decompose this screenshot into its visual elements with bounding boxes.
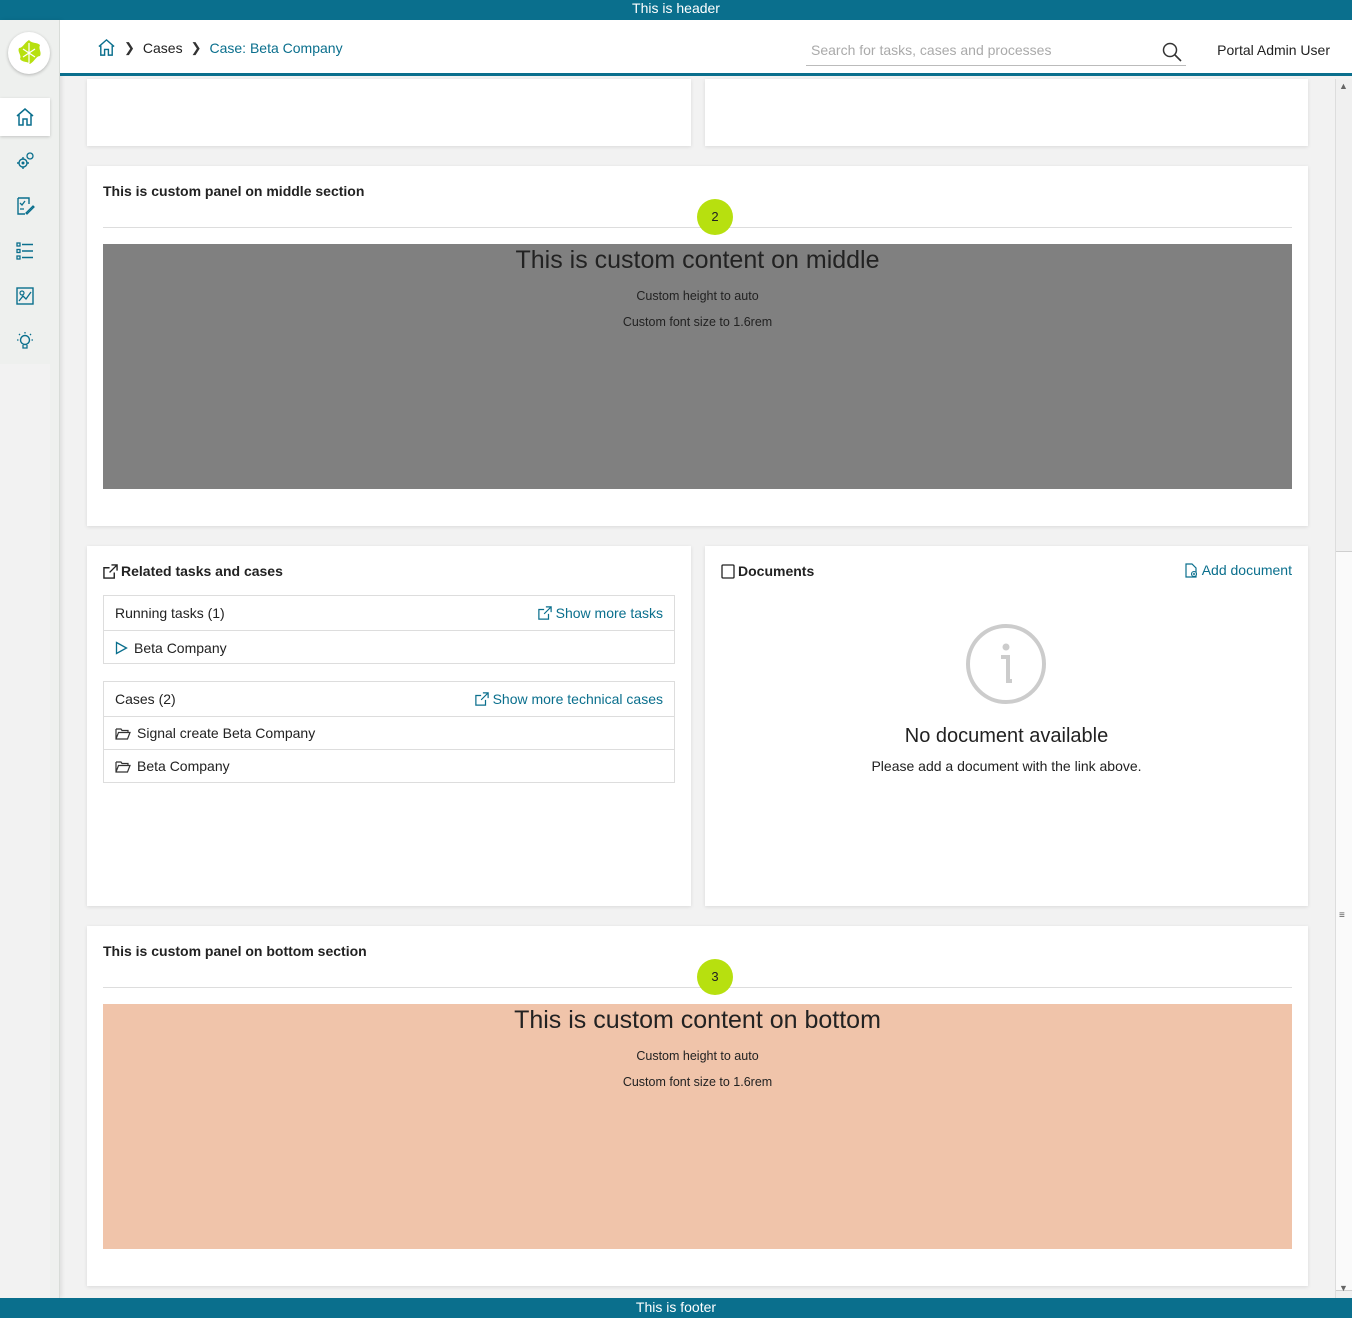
task-name: Beta Company xyxy=(134,639,227,656)
custom-content-line: Custom font size to 1.6rem xyxy=(622,1075,773,1089)
empty-state-text: Please add a document with the link abov… xyxy=(871,758,1142,774)
custom-content-heading: This is custom content on middle xyxy=(515,246,880,274)
show-more-tasks-label: Show more tasks xyxy=(555,604,663,621)
sidebar-background xyxy=(0,364,50,1298)
divider xyxy=(103,227,1292,228)
show-more-cases-label: Show more technical cases xyxy=(492,690,663,707)
document-icon xyxy=(721,563,735,579)
search-icon[interactable] xyxy=(1162,42,1182,67)
chevron-right-icon: ❯ xyxy=(190,39,202,55)
cases-box: Cases (2) Show more technical cases Sign… xyxy=(103,681,675,783)
processes-icon xyxy=(17,152,34,169)
sidebar-item-cases[interactable] xyxy=(0,232,50,270)
scroll-up-arrow-icon[interactable]: ▲ xyxy=(1339,81,1348,91)
middle-custom-panel: This is custom panel on middle section 2… xyxy=(87,166,1308,526)
custom-content-line: Custom font size to 1.6rem xyxy=(622,315,773,329)
scrollbar-thumb[interactable]: ≡ xyxy=(1336,551,1352,1291)
running-tasks-header: Running tasks (1) Show more tasks xyxy=(104,596,674,629)
sidebar-item-home[interactable] xyxy=(0,98,50,136)
sidebar xyxy=(0,20,60,1298)
empty-state-title: No document available xyxy=(904,725,1109,747)
show-more-tasks-link[interactable]: Show more tasks xyxy=(537,604,663,621)
custom-content-line: Custom height to auto xyxy=(636,1049,759,1063)
case-row[interactable]: Signal create Beta Company xyxy=(104,716,674,749)
tasks-icon xyxy=(17,197,35,215)
breadcrumb-cases[interactable]: Cases xyxy=(143,40,183,56)
folder-open-icon xyxy=(115,727,131,740)
external-link-icon xyxy=(474,691,489,706)
custom-content-line: Custom height to auto xyxy=(636,289,759,303)
external-link-icon xyxy=(103,563,118,579)
add-document-label: Add document xyxy=(1201,562,1292,578)
play-icon xyxy=(115,640,128,655)
show-more-cases-link[interactable]: Show more technical cases xyxy=(474,690,663,707)
grip-icon: ≡ xyxy=(1339,910,1345,921)
custom-content-area: This is custom content on middle Custom … xyxy=(103,244,1292,489)
documents-panel: Documents Add document No document avail… xyxy=(705,546,1308,906)
vertical-scrollbar[interactable]: ▲ ≡ ▼ xyxy=(1335,79,1352,1298)
section-badge: 3 xyxy=(697,959,733,995)
ivy-leaf-icon xyxy=(18,40,41,64)
panel-header: Documents xyxy=(721,563,814,579)
breadcrumb: ❯ Cases ❯ Case: Beta Company xyxy=(97,38,343,57)
breadcrumb-current-case[interactable]: Case: Beta Company xyxy=(210,40,343,56)
panel-title: This is custom panel on bottom section xyxy=(103,943,367,959)
custom-content-heading: This is custom content on bottom xyxy=(514,1006,881,1034)
home-icon xyxy=(16,108,34,126)
panel-header: Related tasks and cases xyxy=(103,563,283,579)
sidebar-item-tasks[interactable] xyxy=(0,187,50,225)
chevron-right-icon: ❯ xyxy=(124,39,135,55)
top-navbar: ❯ Cases ❯ Case: Beta Company Portal Admi… xyxy=(60,20,1352,76)
top-left-card xyxy=(87,79,691,146)
running-tasks-label: Running tasks (1) xyxy=(115,604,225,621)
statistics-icon xyxy=(16,287,34,305)
panel-title: Documents xyxy=(738,563,815,579)
ideas-icon xyxy=(17,332,33,349)
task-row[interactable]: Beta Company xyxy=(104,630,674,664)
custom-content-area: This is custom content on bottom Custom … xyxy=(103,1004,1292,1249)
case-name: Signal create Beta Company xyxy=(137,725,316,741)
global-search xyxy=(806,36,1186,66)
case-name: Beta Company xyxy=(137,758,230,774)
add-file-icon xyxy=(1185,562,1197,578)
section-badge: 2 xyxy=(697,199,733,235)
add-document-link[interactable]: Add document xyxy=(1184,562,1292,578)
divider xyxy=(103,987,1292,988)
folder-open-icon xyxy=(115,760,131,773)
search-input[interactable] xyxy=(806,36,1146,64)
panel-title: This is custom panel on middle section xyxy=(103,183,365,199)
page-footer-banner: This is footer xyxy=(0,1298,1352,1318)
sidebar-item-processes[interactable] xyxy=(0,142,50,180)
case-row[interactable]: Beta Company xyxy=(104,749,674,782)
running-tasks-box: Running tasks (1) Show more tasks Beta C… xyxy=(103,595,675,664)
top-right-card xyxy=(705,79,1308,146)
scroll-down-arrow-icon[interactable]: ▼ xyxy=(1339,1283,1348,1293)
cases-header: Cases (2) Show more technical cases xyxy=(104,682,674,715)
external-link-icon xyxy=(537,605,552,620)
related-tasks-cases-panel: Related tasks and cases Running tasks (1… xyxy=(87,546,691,906)
info-icon xyxy=(965,623,1047,710)
logo[interactable] xyxy=(8,32,50,74)
user-menu[interactable]: Portal Admin User xyxy=(1217,42,1330,58)
page-header-banner: This is header xyxy=(0,0,1352,20)
cases-icon xyxy=(16,242,33,260)
panel-title: Related tasks and cases xyxy=(121,563,283,579)
sidebar-item-statistics[interactable] xyxy=(0,277,50,315)
cases-label: Cases (2) xyxy=(115,690,176,707)
bottom-custom-panel: This is custom panel on bottom section 3… xyxy=(87,926,1308,1286)
home-icon[interactable] xyxy=(97,38,116,57)
sidebar-item-ideas[interactable] xyxy=(0,322,50,360)
